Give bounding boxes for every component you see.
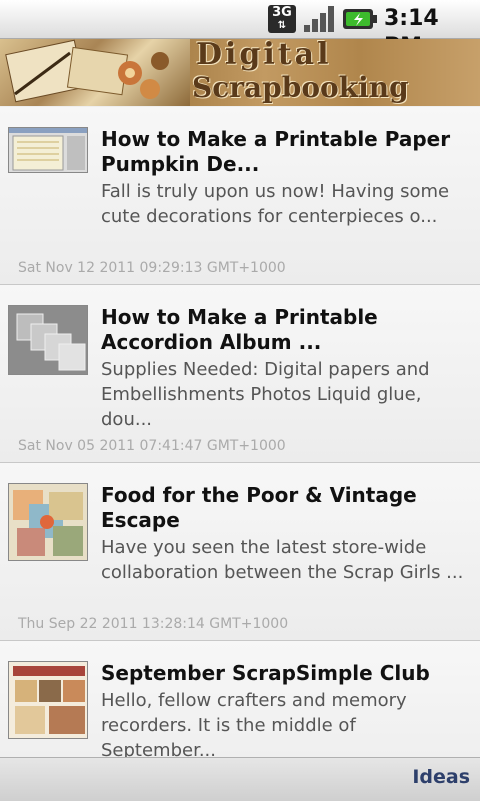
signal-strength-icon bbox=[304, 6, 334, 32]
post-excerpt: Supplies Needed: Digital papers and Embe… bbox=[101, 359, 430, 430]
bottom-bar: Ideas bbox=[0, 757, 480, 801]
battery-charging-icon bbox=[343, 9, 377, 29]
post-thumbnail bbox=[8, 305, 88, 375]
header-banner: Digital Scrapbooking bbox=[0, 39, 480, 106]
post-date: Sat Nov 05 2011 07:41:47 GMT+1000 bbox=[18, 438, 286, 454]
post-excerpt: Fall is truly upon us now! Having some c… bbox=[101, 181, 450, 227]
banner-title-line2: Scrapbooking bbox=[192, 71, 409, 104]
network-type-label: 3G bbox=[272, 5, 292, 20]
post-title: September ScrapSimple Club bbox=[101, 661, 430, 685]
post-date: Sat Nov 12 2011 09:29:13 GMT+1000 bbox=[18, 260, 286, 276]
post-date: Thu Sep 22 2011 13:28:14 GMT+1000 bbox=[18, 616, 289, 632]
ideas-button[interactable]: Ideas bbox=[412, 766, 470, 788]
post-title: How to Make a Printable Paper Pumpkin De… bbox=[101, 127, 451, 176]
list-item[interactable]: How to Make a Printable Paper Pumpkin De… bbox=[0, 107, 480, 285]
banner-title: Digital Scrapbooking bbox=[188, 39, 480, 105]
list-item[interactable]: How to Make a Printable Accordion Album … bbox=[0, 285, 480, 463]
banner-title-line1: Digital bbox=[196, 39, 332, 72]
post-thumbnail bbox=[8, 127, 88, 173]
banner-collage-image bbox=[0, 39, 190, 106]
post-excerpt: Have you seen the latest store-wide coll… bbox=[101, 537, 464, 583]
list-item[interactable]: Food for the Poor & Vintage Escape Have … bbox=[0, 463, 480, 641]
post-title: Food for the Poor & Vintage Escape bbox=[101, 483, 417, 532]
3g-data-icon: 3G ⇅ bbox=[268, 5, 296, 33]
status-bar: 3G ⇅ 3:14 PM bbox=[0, 0, 480, 59]
post-thumbnail bbox=[8, 483, 88, 561]
post-list[interactable]: How to Make a Printable Paper Pumpkin De… bbox=[0, 107, 480, 757]
post-excerpt: Hello, fellow crafters and memory record… bbox=[101, 690, 407, 757]
list-item[interactable]: September ScrapSimple Club Hello, fellow… bbox=[0, 641, 480, 757]
post-title: How to Make a Printable Accordion Album … bbox=[101, 305, 378, 354]
post-thumbnail bbox=[8, 661, 88, 739]
